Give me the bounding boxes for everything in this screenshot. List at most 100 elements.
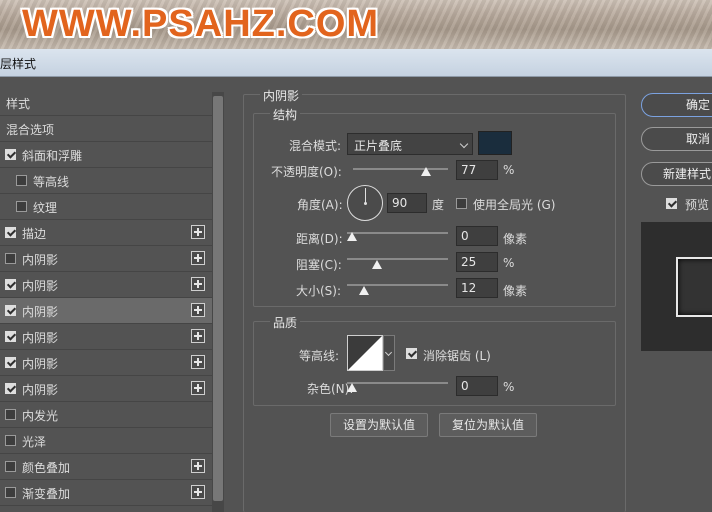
add-style-icon[interactable] bbox=[191, 485, 205, 499]
style-list-label: 斜面和浮雕 bbox=[22, 149, 83, 163]
size-unit: 像素 bbox=[503, 284, 528, 298]
style-list-label: 描边 bbox=[22, 227, 47, 241]
style-enable-checkbox[interactable] bbox=[5, 305, 16, 316]
style-preview-area bbox=[641, 222, 712, 351]
style-list-item[interactable]: 斜面和浮雕 bbox=[0, 142, 212, 168]
reset-default-button[interactable]: 复位为默认值 bbox=[439, 413, 537, 437]
style-enable-checkbox[interactable] bbox=[5, 409, 16, 420]
contour-dropdown[interactable] bbox=[383, 335, 395, 371]
add-style-icon[interactable] bbox=[191, 459, 205, 473]
style-list-item[interactable]: 等高线 bbox=[0, 168, 212, 194]
opacity-input[interactable]: 77 bbox=[456, 160, 498, 180]
style-enable-checkbox[interactable] bbox=[5, 435, 16, 446]
distance-slider-thumb[interactable] bbox=[347, 232, 357, 241]
choke-slider-track[interactable] bbox=[347, 258, 448, 260]
choke-input[interactable]: 25 bbox=[456, 252, 498, 272]
style-enable-checkbox[interactable] bbox=[5, 253, 16, 264]
style-list-item[interactable]: 内阴影 bbox=[0, 298, 212, 324]
angle-dial-center bbox=[364, 202, 367, 205]
size-input[interactable]: 12 bbox=[456, 278, 498, 298]
style-list-scrollbar[interactable] bbox=[212, 92, 224, 512]
add-style-icon[interactable] bbox=[191, 303, 205, 317]
dialog-title: 层样式 bbox=[0, 57, 37, 71]
structure-title: 结构 bbox=[270, 106, 301, 123]
global-light-label: 使用全局光 (G) bbox=[473, 198, 556, 212]
style-enable-checkbox[interactable] bbox=[5, 227, 16, 238]
style-list-label: 等高线 bbox=[33, 175, 70, 189]
noise-slider-thumb[interactable] bbox=[347, 383, 357, 392]
set-default-button[interactable]: 设置为默认值 bbox=[330, 413, 428, 437]
add-style-icon[interactable] bbox=[191, 277, 205, 291]
style-list-label: 混合选项 bbox=[6, 123, 55, 137]
style-enable-checkbox[interactable] bbox=[16, 201, 27, 212]
ok-label: 确定 bbox=[685, 98, 710, 112]
style-list-item[interactable]: 内发光 bbox=[0, 402, 212, 428]
style-enable-checkbox[interactable] bbox=[5, 331, 16, 342]
style-list-item[interactable]: 光泽 bbox=[0, 428, 212, 454]
angle-dial[interactable] bbox=[347, 185, 383, 221]
style-list-label: 光泽 bbox=[22, 435, 47, 449]
opacity-slider-thumb[interactable] bbox=[421, 167, 432, 176]
style-list-item[interactable]: 纹理 bbox=[0, 194, 212, 220]
choke-slider-thumb[interactable] bbox=[372, 260, 383, 269]
angle-input[interactable]: 90 bbox=[387, 193, 427, 213]
ok-button[interactable]: 确定 bbox=[641, 93, 712, 117]
blend-mode-value: 正片叠底 bbox=[354, 139, 403, 153]
style-list-item[interactable]: 内阴影 bbox=[0, 246, 212, 272]
noise-input[interactable]: 0 bbox=[456, 376, 498, 396]
style-list-label: 内阴影 bbox=[22, 305, 59, 319]
style-enable-checkbox[interactable] bbox=[5, 357, 16, 368]
style-list-label: 内阴影 bbox=[22, 383, 59, 397]
style-list-item[interactable]: 混合选项 bbox=[0, 116, 212, 142]
blend-mode-select[interactable]: 正片叠底 bbox=[347, 133, 473, 155]
style-list-label: 纹理 bbox=[33, 201, 58, 215]
style-preview-swatch bbox=[676, 257, 712, 317]
add-style-icon[interactable] bbox=[191, 251, 205, 265]
size-slider-thumb[interactable] bbox=[359, 286, 370, 295]
chevron-down-icon bbox=[384, 348, 393, 357]
chevron-down-icon bbox=[459, 139, 469, 149]
preview-checkbox[interactable] bbox=[666, 198, 677, 209]
noise-unit: % bbox=[503, 380, 515, 394]
style-enable-checkbox[interactable] bbox=[5, 461, 16, 472]
style-list-label: 样式 bbox=[6, 97, 31, 111]
scrollbar-thumb[interactable] bbox=[213, 96, 223, 501]
opacity-slider-track[interactable] bbox=[353, 168, 448, 170]
distance-slider-track[interactable] bbox=[347, 232, 448, 234]
shadow-color-swatch[interactable] bbox=[478, 131, 512, 155]
add-style-icon[interactable] bbox=[191, 355, 205, 369]
style-list-item[interactable]: 样式 bbox=[0, 90, 212, 116]
add-style-icon[interactable] bbox=[191, 381, 205, 395]
add-style-icon[interactable] bbox=[191, 329, 205, 343]
global-light-checkbox[interactable] bbox=[456, 198, 467, 209]
style-list-item[interactable]: 内阴影 bbox=[0, 376, 212, 402]
style-enable-checkbox[interactable] bbox=[5, 149, 16, 160]
antialias-checkbox[interactable] bbox=[406, 348, 417, 359]
style-list-item[interactable]: 颜色叠加 bbox=[0, 454, 212, 480]
style-list-item[interactable]: 内阴影 bbox=[0, 324, 212, 350]
style-list-item[interactable]: 内阴影 bbox=[0, 350, 212, 376]
opacity-label: 不透明度(O): bbox=[271, 165, 342, 179]
style-list-label: 内阴影 bbox=[22, 331, 59, 345]
contour-label: 等高线: bbox=[299, 349, 340, 363]
distance-input[interactable]: 0 bbox=[456, 226, 498, 246]
layer-style-list: 样式 混合选项 斜面和浮雕 等高线 纹理 描边 内阴影 内阴影 内阴影 内阴影 内阴影 内阴影 内发光光… bbox=[0, 90, 212, 512]
angle-dial-needle bbox=[365, 188, 366, 203]
style-list-item[interactable]: 渐变叠加 bbox=[0, 480, 212, 506]
style-enable-checkbox[interactable] bbox=[16, 175, 27, 186]
cancel-label: 取消 bbox=[685, 132, 710, 146]
noise-slider-track[interactable] bbox=[347, 382, 448, 384]
style-enable-checkbox[interactable] bbox=[5, 487, 16, 498]
opacity-unit: % bbox=[503, 163, 515, 177]
style-enable-checkbox[interactable] bbox=[5, 279, 16, 290]
new-style-button[interactable]: 新建样式... bbox=[641, 162, 712, 186]
cancel-button[interactable]: 取消 bbox=[641, 127, 712, 151]
style-enable-checkbox[interactable] bbox=[5, 383, 16, 394]
add-style-icon[interactable] bbox=[191, 225, 205, 239]
choke-label: 阻塞(C): bbox=[296, 258, 342, 272]
style-list-label: 颜色叠加 bbox=[22, 461, 71, 475]
style-list-item[interactable]: 描边 bbox=[0, 220, 212, 246]
angle-unit: 度 bbox=[432, 198, 445, 212]
style-list-item[interactable]: 内阴影 bbox=[0, 272, 212, 298]
contour-preview[interactable] bbox=[347, 335, 383, 371]
